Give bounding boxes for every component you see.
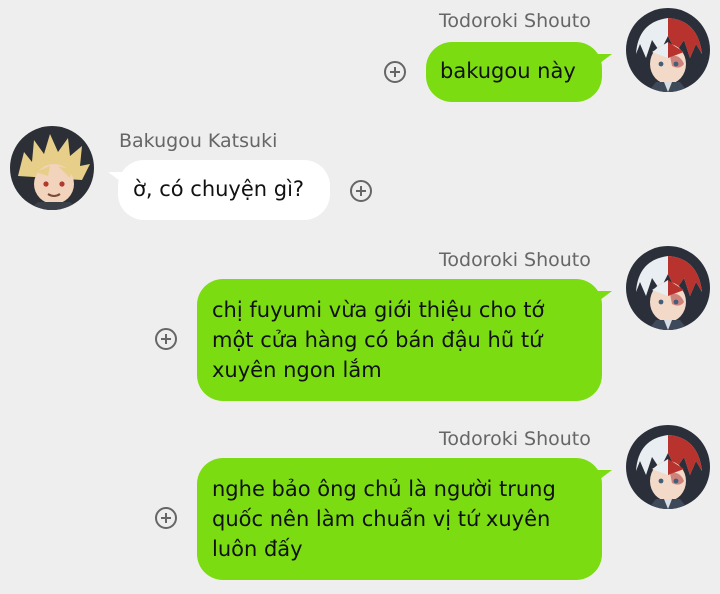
sender-name: Todoroki Shouto bbox=[439, 10, 591, 32]
message-text: nghe bảo ông chủ là người trung quốc nên… bbox=[212, 477, 556, 561]
avatar-bakugou[interactable] bbox=[10, 126, 94, 210]
sender-name: Todoroki Shouto bbox=[439, 249, 591, 271]
avatar-todoroki[interactable] bbox=[626, 425, 710, 509]
message-bubble-outgoing[interactable]: nghe bảo ông chủ là người trung quốc nên… bbox=[197, 458, 612, 580]
plus-circle-icon[interactable] bbox=[350, 180, 372, 202]
sender-name: Todoroki Shouto bbox=[439, 428, 591, 450]
bubble-tail bbox=[596, 470, 612, 482]
message-text: ờ, có chuyện gì? bbox=[133, 177, 305, 201]
bubble-tail bbox=[596, 54, 612, 66]
avatar-todoroki[interactable] bbox=[626, 8, 710, 92]
message-text: bakugou này bbox=[440, 59, 576, 83]
chat-area: Todoroki Shouto bakugou này Bakugou Kats… bbox=[0, 0, 720, 594]
message-text: chị fuyumi vừa giới thiệu cho tớ một cửa… bbox=[212, 298, 545, 382]
plus-circle-icon[interactable] bbox=[384, 61, 406, 83]
sender-name: Bakugou Katsuki bbox=[119, 130, 278, 152]
bubble-tail bbox=[108, 172, 124, 184]
message-bubble-incoming[interactable]: ờ, có chuyện gì? bbox=[108, 160, 330, 220]
message-bubble-outgoing[interactable]: bakugou này bbox=[426, 42, 612, 102]
message-bubble-outgoing[interactable]: chị fuyumi vừa giới thiệu cho tớ một cửa… bbox=[197, 279, 612, 401]
bubble-tail bbox=[596, 291, 612, 303]
avatar-todoroki[interactable] bbox=[626, 246, 710, 330]
plus-circle-icon[interactable] bbox=[155, 328, 177, 350]
plus-circle-icon[interactable] bbox=[155, 507, 177, 529]
